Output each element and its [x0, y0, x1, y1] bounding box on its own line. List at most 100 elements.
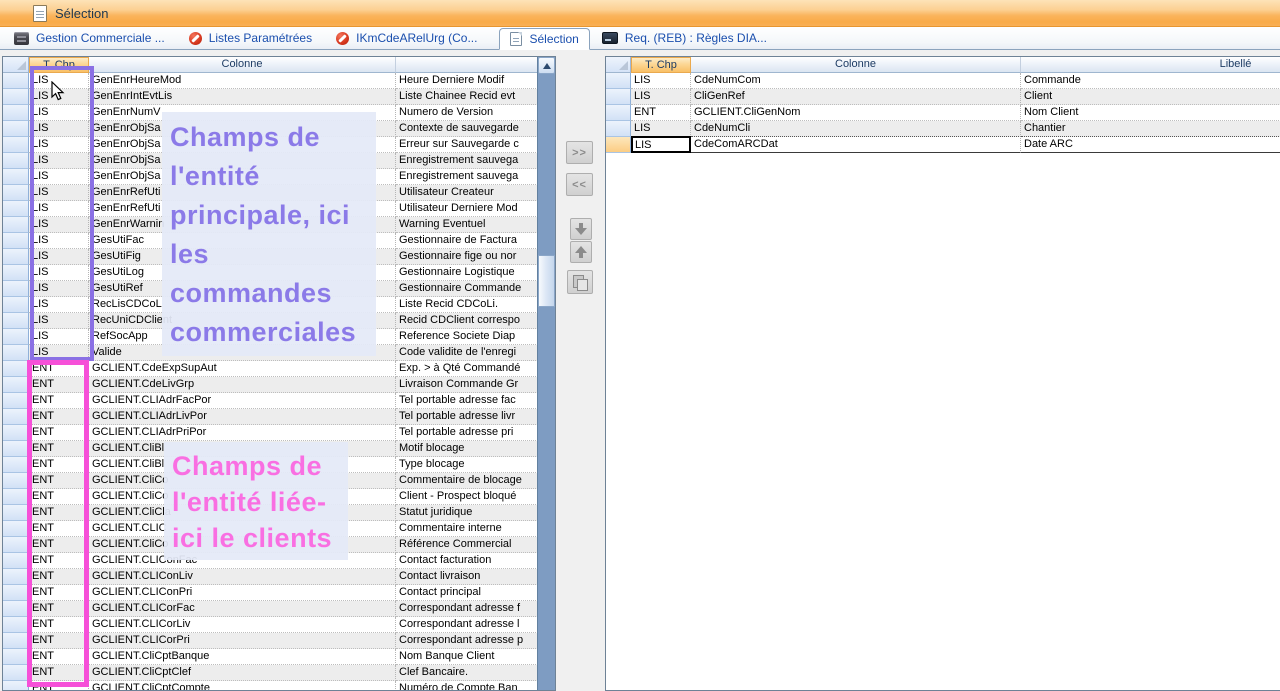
column-name-cell[interactable]: GCLIENT.CliCo: [89, 489, 396, 505]
column-name-cell[interactable]: GCLIENT.CliCla: [89, 505, 396, 521]
field-type-cell[interactable]: ENT: [29, 585, 89, 601]
table-row[interactable]: LISCdeNumCliChantier: [606, 121, 1280, 137]
column-name-cell[interactable]: CdeNumCom: [691, 73, 1021, 89]
remove-all-button[interactable]: <<: [566, 173, 593, 196]
label-cell[interactable]: Warning Eventuel: [396, 217, 537, 233]
move-down-button[interactable]: [570, 218, 592, 240]
paste-button[interactable]: [567, 270, 593, 294]
table-row[interactable]: ENTGCLIENT.CLIAdrPriPorTel portable adre…: [3, 425, 537, 441]
row-header-cell[interactable]: [3, 73, 29, 89]
field-type-cell[interactable]: LIS: [29, 137, 89, 153]
row-header-cell[interactable]: [606, 105, 631, 121]
row-header-cell[interactable]: [3, 665, 29, 681]
field-type-cell[interactable]: ENT: [29, 521, 89, 537]
column-name-cell[interactable]: GCLIENT.CdeLivGrp: [89, 377, 396, 393]
label-cell[interactable]: Nom Client: [1021, 105, 1280, 121]
scrollbar-thumb[interactable]: [538, 255, 555, 307]
field-type-cell[interactable]: LIS: [29, 105, 89, 121]
label-cell[interactable]: Livraison Commande Gr: [396, 377, 537, 393]
table-row[interactable]: LISRecLisCDCoLListe Recid CDCoLi.: [3, 297, 537, 313]
field-type-cell[interactable]: ENT: [29, 537, 89, 553]
table-row[interactable]: ENTGCLIENT.CliCptClefClef Bancaire.: [3, 665, 537, 681]
label-cell[interactable]: Numéro de Compte Ban: [396, 681, 537, 690]
label-cell[interactable]: Liste Chainee Recid evt: [396, 89, 537, 105]
table-row[interactable]: LISGenEnrIntEvtLisListe Chainee Recid ev…: [3, 89, 537, 105]
row-header-cell[interactable]: [3, 473, 29, 489]
field-type-cell[interactable]: ENT: [29, 617, 89, 633]
add-all-button[interactable]: >>: [566, 141, 593, 164]
row-header-cell[interactable]: [3, 185, 29, 201]
label-cell[interactable]: Enregistrement sauvega: [396, 169, 537, 185]
row-header-cell[interactable]: [3, 505, 29, 521]
tab-req-reb[interactable]: Req. (REB) : Règles DIA...: [600, 27, 769, 49]
label-cell[interactable]: Gestionnaire Commande: [396, 281, 537, 297]
column-name-cell[interactable]: GenEnrIntEvtLis: [89, 89, 396, 105]
row-header-cell[interactable]: [3, 201, 29, 217]
column-name-cell[interactable]: GesUtiLog: [89, 265, 396, 281]
field-type-cell[interactable]: ENT: [29, 569, 89, 585]
column-name-cell[interactable]: GCLIENT.CLIAdrPriPor: [89, 425, 396, 441]
label-cell[interactable]: Correspondant adresse f: [396, 601, 537, 617]
field-type-cell[interactable]: ENT: [29, 377, 89, 393]
column-name-cell[interactable]: GCLIENT.CLIAdrLivPor: [89, 409, 396, 425]
table-row[interactable]: LISGenEnrHeureModHeure Derniere Modif: [3, 73, 537, 89]
column-name-cell[interactable]: GenEnrObjSa: [89, 169, 396, 185]
field-type-cell[interactable]: ENT: [29, 681, 89, 690]
field-type-cell[interactable]: LIS: [29, 89, 89, 105]
row-header-cell[interactable]: [3, 217, 29, 233]
table-row[interactable]: LISGenEnrRefUtiUtilisateur Derniere Mod: [3, 201, 537, 217]
tab-listes-parametrees[interactable]: Listes Paramétrées: [187, 27, 314, 49]
column-name-cell[interactable]: GenEnrHeureMod: [89, 73, 396, 89]
field-type-cell[interactable]: ENT: [29, 457, 89, 473]
tab-ikmcdearelurg[interactable]: IKmCdeARelUrg (Co...: [334, 27, 479, 49]
row-header-cell[interactable]: [3, 489, 29, 505]
row-header-cell[interactable]: [3, 457, 29, 473]
row-header-cell[interactable]: [606, 89, 631, 105]
table-row[interactable]: ENTGCLIENT.CdeExpSupAutExp. > à Qté Comm…: [3, 361, 537, 377]
row-header-cell[interactable]: [3, 585, 29, 601]
column-name-cell[interactable]: GCLIENT.CliCptBanque: [89, 649, 396, 665]
table-row[interactable]: LISCdeComARCDatDate ARC: [606, 137, 1280, 153]
row-header-cell[interactable]: [3, 105, 29, 121]
row-header-cell[interactable]: [3, 617, 29, 633]
column-name-cell[interactable]: CdeNumCli: [691, 121, 1021, 137]
label-cell[interactable]: Contact principal: [396, 585, 537, 601]
label-cell[interactable]: Gestionnaire Logistique: [396, 265, 537, 281]
column-header-column[interactable]: Colonne: [691, 57, 1021, 73]
field-type-cell[interactable]: LIS: [29, 217, 89, 233]
field-type-cell[interactable]: LIS: [29, 249, 89, 265]
table-row[interactable]: LISGesUtiFigGestionnaire fige ou nor: [3, 249, 537, 265]
label-cell[interactable]: Exp. > à Qté Commandé: [396, 361, 537, 377]
row-header-cell[interactable]: [3, 409, 29, 425]
table-row[interactable]: ENTGCLIENT.CliGenNomNom Client: [606, 105, 1280, 121]
column-name-cell[interactable]: GCLIENT.CliBl: [89, 441, 396, 457]
row-header-cell[interactable]: [3, 441, 29, 457]
column-name-cell[interactable]: GCLIENT.CliCo: [89, 537, 396, 553]
field-type-cell[interactable]: ENT: [29, 601, 89, 617]
table-row[interactable]: LISGenEnrObjSaErreur sur Sauvegarde c: [3, 137, 537, 153]
label-cell[interactable]: Référence Commercial: [396, 537, 537, 553]
column-name-cell[interactable]: GenEnrObjSa: [89, 137, 396, 153]
table-row[interactable]: LISValideCode validite de l'enregi: [3, 345, 537, 361]
column-header-label[interactable]: [396, 57, 537, 73]
label-cell[interactable]: Utilisateur Createur: [396, 185, 537, 201]
field-type-cell[interactable]: ENT: [29, 393, 89, 409]
column-name-cell[interactable]: GCLIENT.CLIConPri: [89, 585, 396, 601]
row-header-cell[interactable]: [3, 361, 29, 377]
table-row[interactable]: ENTGCLIENT.CLICorLivCorrespondant adress…: [3, 617, 537, 633]
column-name-cell[interactable]: GCLIENT.CliGenNom: [691, 105, 1021, 121]
column-name-cell[interactable]: GCLIENT.CLICorLiv: [89, 617, 396, 633]
label-cell[interactable]: Chantier: [1021, 121, 1280, 137]
table-row[interactable]: LISGenEnrRefUtiUtilisateur Createur: [3, 185, 537, 201]
column-name-cell[interactable]: RecLisCDCoL: [89, 297, 396, 313]
label-cell[interactable]: Code validite de l'enregi: [396, 345, 537, 361]
column-name-cell[interactable]: GCLIENT.CLIC: [89, 521, 396, 537]
field-type-cell[interactable]: ENT: [631, 105, 691, 121]
field-type-cell[interactable]: ENT: [29, 425, 89, 441]
column-name-cell[interactable]: RecUniCDClient: [89, 313, 396, 329]
label-cell[interactable]: Clef Bancaire.: [396, 665, 537, 681]
row-header-cell[interactable]: [3, 649, 29, 665]
field-type-cell[interactable]: ENT: [29, 505, 89, 521]
table-row[interactable]: ENTGCLIENT.CliCoRéférence Commercial: [3, 537, 537, 553]
row-header-cell[interactable]: [3, 265, 29, 281]
